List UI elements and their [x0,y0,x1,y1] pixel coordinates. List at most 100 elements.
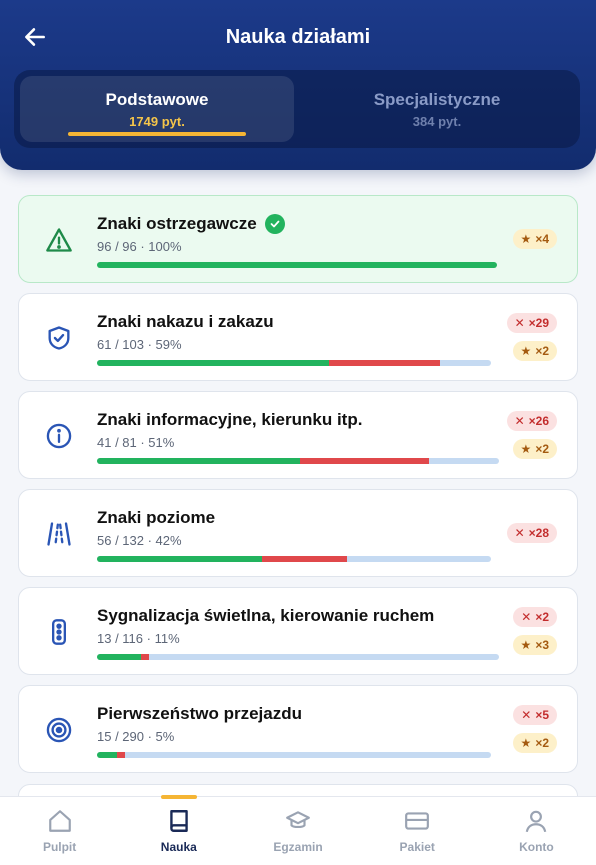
progress-correct [97,752,118,758]
nav-label: Konto [519,840,554,854]
tab-count: 384 pyt. [412,113,462,129]
star-icon: ★ [520,232,532,246]
section-stats: 56 / 132 · 42% [97,533,182,548]
section-card[interactable]: Znaki informacyjne, kierunku itp. 41 / 81… [18,391,578,479]
section-card[interactable]: Pierwszeństwo przejazdu 15 / 290 · 5% ✕ ×5 ★… [18,685,578,773]
progress-wrong [329,360,440,366]
nav-item-konto[interactable]: Konto [477,797,596,865]
section-title: Znaki nakazu i zakazu [97,312,274,332]
target-icon [45,716,73,744]
badge-group: ✕ ×26 ★ ×2 [506,392,557,478]
category-tabs: Podstawowe 1749 pyt. Specjalistyczne 384… [14,70,580,148]
section-stats: 15 / 290 · 5% [97,729,175,744]
check-icon [264,214,285,234]
section-title-text: Znaki poziome [97,508,216,527]
badge-group: ✕ ×2 ★ ×3 [512,588,557,674]
progress-wrong [117,752,126,758]
star-count-badge: ★ ×4 [512,229,557,249]
star-count-badge: ★ ×3 [512,635,557,655]
badge-group: ★ ×4 [512,196,557,282]
shield-check-icon [45,324,73,352]
nav-item-pakiet[interactable]: Pakiet [358,797,477,865]
section-card[interactable]: Sygnalizacja świetlna, kierowanie ruchem… [18,587,578,675]
star-icon: ★ [520,638,532,652]
section-title-text: Znaki informacyjne, kierunku itp. [97,410,363,429]
home-icon [47,808,73,834]
star-count: ×2 [535,736,549,750]
section-card[interactable]: Znaki nakazu i zakazu 61 / 103 · 59% ✕ ×29 ★… [18,293,578,381]
nav-item-nauka[interactable]: Nauka [119,795,238,865]
section-title: Sygnalizacja świetlna, kierowanie ruchem [97,606,434,626]
active-nav-indicator [160,795,197,799]
star-count-badge: ★ ×2 [512,341,557,361]
card-icon [404,808,430,834]
star-icon: ★ [520,736,532,750]
warning-triangle-icon [45,226,73,254]
nav-label: Pulpit [42,840,77,854]
error-count-badge: ✕ ×26 [506,411,557,431]
close-icon: ✕ [521,708,532,722]
progress-bar [97,654,499,660]
section-stats: 13 / 116 · 11% [97,631,180,646]
active-tab-indicator [68,132,246,136]
error-count: ×2 [535,610,549,624]
error-count-badge: ✕ ×29 [506,313,557,333]
section-stats: 61 / 103 · 59% [97,337,182,352]
nav-item-egzamin[interactable]: Egzamin [238,797,357,865]
error-count-badge: ✕ ×2 [513,607,557,627]
star-icon: ★ [520,442,532,456]
error-count: ×26 [528,414,549,428]
progress-correct [97,262,497,268]
star-count: ×3 [535,638,549,652]
progress-correct [97,360,330,366]
road-lines-icon [45,520,73,548]
progress-wrong [262,556,348,562]
progress-bar [97,752,491,758]
section-title: Pierwszeństwo przejazdu [97,704,302,724]
page-title: Nauka działami [225,26,371,48]
nav-label: Pakiet [399,840,435,854]
progress-wrong [300,458,429,464]
progress-correct [97,458,300,464]
section-card[interactable]: Znaki poziome 56 / 132 · 42% ✕ ×28 [18,489,578,577]
progress-bar [97,262,497,268]
close-icon: ✕ [521,610,532,624]
progress-bar [97,360,491,366]
badge-group: ✕ ×28 [506,490,557,576]
section-title-text: Pierwszeństwo przejazdu [97,704,302,723]
nav-label: Nauka [160,840,197,854]
error-count-badge: ✕ ×5 [513,705,557,725]
error-count: ×29 [528,316,549,330]
tab-label: Specjalistyczne [373,89,501,109]
star-icon: ★ [520,344,532,358]
book-icon [166,808,192,834]
star-count: ×4 [535,232,549,246]
star-count-badge: ★ ×2 [512,439,557,459]
progress-wrong [141,654,150,660]
bottom-nav: Pulpit Nauka Egzamin Pakiet Konto [0,795,596,865]
nav-label: Egzamin [273,840,323,854]
badge-group: ✕ ×5 ★ ×2 [512,686,557,772]
info-circle-icon [45,422,73,450]
close-icon: ✕ [514,316,525,330]
nav-item-pulpit[interactable]: Pulpit [0,797,119,865]
progress-correct [97,654,142,660]
badge-group: ✕ ×29 ★ ×2 [506,294,557,380]
section-stats: 96 / 96 · 100% [97,239,182,254]
tab-specjalistyczne[interactable]: Specjalistyczne 384 pyt. [300,76,574,142]
header: Nauka działami Podstawowe 1749 pyt. Spec… [0,0,596,170]
progress-correct [97,556,263,562]
star-count-badge: ★ ×2 [512,733,557,753]
traffic-light-icon [45,618,73,646]
close-icon: ✕ [514,526,525,540]
section-card[interactable]: Znaki ostrzegawcze 96 / 96 · 100% ★ ×4 [18,195,578,283]
star-count: ×2 [535,344,549,358]
error-count: ×28 [528,526,549,540]
section-title-text: Sygnalizacja świetlna, kierowanie ruchem [97,606,435,625]
user-icon [523,808,549,834]
section-title-text: Znaki ostrzegawcze [97,214,257,233]
graduation-cap-icon [285,808,311,834]
section-title: Znaki informacyjne, kierunku itp. [97,410,362,430]
tab-podstawowe[interactable]: Podstawowe 1749 pyt. [20,76,294,142]
progress-bar [97,556,491,562]
